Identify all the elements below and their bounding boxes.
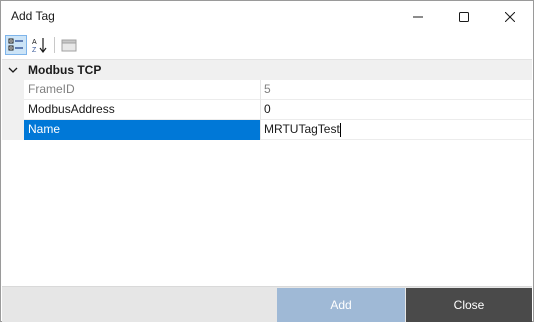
close-icon bbox=[505, 12, 515, 22]
svg-text:Z: Z bbox=[32, 47, 37, 53]
dialog-footer: Add Close bbox=[2, 286, 532, 322]
text-caret bbox=[339, 122, 341, 137]
property-grid-toolbar: A Z bbox=[2, 33, 532, 57]
property-row-modbusaddress[interactable]: ModbusAddress 0 bbox=[2, 100, 532, 120]
category-row-modbus-tcp[interactable]: Modbus TCP bbox=[2, 60, 532, 80]
maximize-icon bbox=[459, 12, 469, 22]
add-button[interactable]: Add bbox=[277, 288, 405, 322]
categorized-button[interactable] bbox=[5, 35, 27, 55]
property-name: FrameID bbox=[24, 80, 260, 100]
property-name: ModbusAddress bbox=[24, 100, 260, 120]
alphabetical-sort-button[interactable]: A Z bbox=[29, 35, 51, 55]
svg-text:A: A bbox=[32, 39, 37, 46]
categorized-icon bbox=[8, 38, 23, 51]
name-value-editor[interactable]: MRTUTagTest bbox=[261, 120, 532, 140]
window-title: Add Tag bbox=[11, 9, 55, 23]
property-pages-button[interactable] bbox=[58, 35, 80, 55]
minimize-icon bbox=[413, 16, 423, 18]
add-tag-dialog: Add Tag A Z Modbus TCP FrameID 5 ModbusA… bbox=[0, 0, 534, 322]
property-pages-icon bbox=[61, 39, 77, 52]
category-label: Modbus TCP bbox=[28, 63, 102, 77]
property-value: 5 bbox=[261, 80, 532, 100]
property-row-frameid[interactable]: FrameID 5 bbox=[2, 80, 532, 100]
close-button[interactable]: Close bbox=[406, 288, 532, 322]
sort-alphabetical-icon: A Z bbox=[32, 38, 47, 53]
toolbar-separator bbox=[54, 37, 55, 53]
minimize-button[interactable] bbox=[395, 1, 441, 33]
close-window-button[interactable] bbox=[487, 1, 533, 33]
maximize-button[interactable] bbox=[441, 1, 487, 33]
name-value-text: MRTUTagTest bbox=[264, 122, 340, 136]
property-name: Name bbox=[24, 120, 260, 140]
property-value[interactable]: 0 bbox=[261, 100, 532, 120]
title-bar[interactable]: Add Tag bbox=[1, 1, 533, 33]
property-row-name[interactable]: Name MRTUTagTest bbox=[2, 120, 532, 140]
chevron-down-icon[interactable] bbox=[7, 64, 19, 76]
property-grid: Modbus TCP FrameID 5 ModbusAddress 0 Nam… bbox=[2, 59, 532, 285]
